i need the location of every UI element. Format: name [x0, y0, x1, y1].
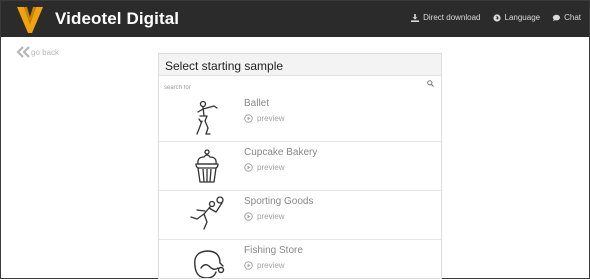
- play-circle-icon: [244, 261, 253, 270]
- preview-button[interactable]: preview: [244, 163, 285, 172]
- sample-selection-panel: Select starting sample Ballet preview: [158, 53, 442, 279]
- search-icon[interactable]: [427, 80, 434, 87]
- chat-bubble-icon: [552, 14, 561, 21]
- sample-name: Fishing Store: [244, 245, 303, 256]
- sample-item-sporting-goods[interactable]: Sporting Goods preview: [159, 191, 441, 240]
- top-bar: Videotel Digital Direct download Languag…: [1, 1, 589, 37]
- play-circle-icon: [244, 114, 253, 123]
- preview-label: preview: [257, 114, 285, 123]
- top-navigation: Direct download Language Chat: [411, 13, 581, 22]
- preview-button[interactable]: preview: [244, 114, 285, 123]
- double-chevron-left-icon: [16, 46, 30, 58]
- chat-link[interactable]: Chat: [552, 13, 581, 22]
- go-back-label: go back: [31, 47, 60, 57]
- download-icon: [411, 13, 420, 22]
- ballet-dancer-icon: [196, 100, 218, 135]
- language-link[interactable]: Language: [492, 13, 541, 22]
- sample-item-ballet[interactable]: Ballet preview: [159, 93, 441, 142]
- direct-download-label: Direct download: [423, 13, 481, 22]
- preview-label: preview: [257, 261, 285, 270]
- tennis-player-icon: [190, 196, 224, 230]
- sample-name: Sporting Goods: [244, 196, 314, 207]
- play-circle-icon: [244, 163, 253, 172]
- fish-hook-icon: [194, 250, 225, 278]
- preview-label: preview: [257, 163, 285, 172]
- language-label: Language: [504, 13, 541, 22]
- videotel-logo-icon[interactable]: [15, 4, 45, 34]
- chat-label: Chat: [564, 13, 581, 22]
- preview-button[interactable]: preview: [244, 212, 285, 221]
- direct-download-link[interactable]: Direct download: [411, 13, 481, 22]
- app-title: Videotel Digital: [55, 9, 180, 28]
- sample-item-fishing-store[interactable]: Fishing Store preview: [159, 240, 441, 278]
- search-bar: [159, 76, 441, 96]
- sample-item-cupcake-bakery[interactable]: Cupcake Bakery preview: [159, 142, 441, 191]
- sample-name: Ballet: [244, 98, 270, 109]
- go-back-link[interactable]: go back: [15, 46, 59, 58]
- play-circle-icon: [244, 212, 253, 221]
- preview-button[interactable]: preview: [244, 261, 285, 270]
- sample-name: Cupcake Bakery: [244, 147, 318, 158]
- globe-icon: [492, 13, 501, 22]
- preview-label: preview: [257, 212, 285, 221]
- cupcake-icon: [195, 149, 219, 183]
- panel-title: Select starting sample: [159, 54, 441, 76]
